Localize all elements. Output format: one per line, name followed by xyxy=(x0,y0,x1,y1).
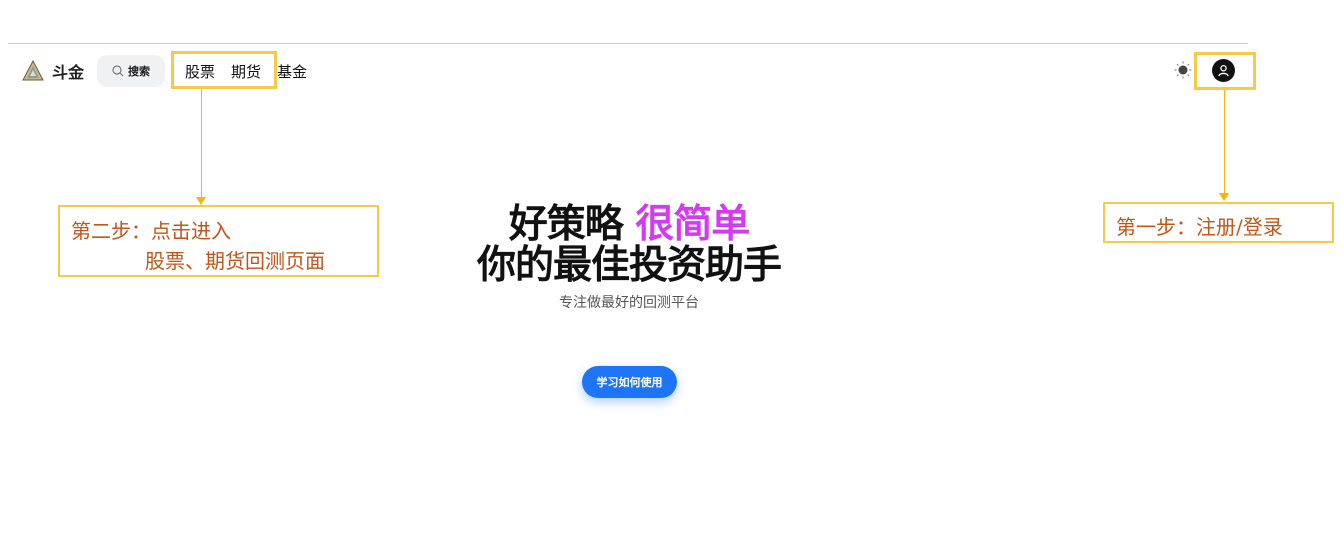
nav-link-funds[interactable]: 基金 xyxy=(277,61,307,82)
nav-highlight-box xyxy=(171,51,277,89)
callout-step2-line2: 股票、期货回测页面 xyxy=(145,249,325,273)
search-button[interactable]: 搜索 xyxy=(97,55,165,87)
callout-connector-step1 xyxy=(1224,90,1225,194)
callout-connector-step2 xyxy=(201,89,202,199)
sun-icon xyxy=(1174,61,1192,79)
theme-toggle-button[interactable] xyxy=(1174,61,1192,79)
callout-step1: 第一步：注册/登录 xyxy=(1103,202,1334,243)
logo[interactable]: 斗金 xyxy=(22,59,84,83)
arrow-down-icon xyxy=(1219,193,1229,201)
callout-step2-line1: 第二步：点击进入 xyxy=(71,219,231,243)
callout-step2: 第二步：点击进入 股票、期货回测页面 xyxy=(58,205,379,277)
search-label: 搜索 xyxy=(128,65,150,78)
top-divider xyxy=(8,43,1248,44)
callout-step1-label: 第一步：注册/登录 xyxy=(1116,215,1283,239)
logo-text: 斗金 xyxy=(52,63,85,82)
user-highlight-box xyxy=(1194,52,1256,90)
arrow-down-icon xyxy=(196,197,206,205)
search-icon xyxy=(112,65,124,77)
triangle-logo-icon xyxy=(22,60,44,81)
hero-subtitle: 专注做最好的回测平台 xyxy=(559,295,699,311)
learn-how-button[interactable]: 学习如何使用 xyxy=(582,366,677,398)
